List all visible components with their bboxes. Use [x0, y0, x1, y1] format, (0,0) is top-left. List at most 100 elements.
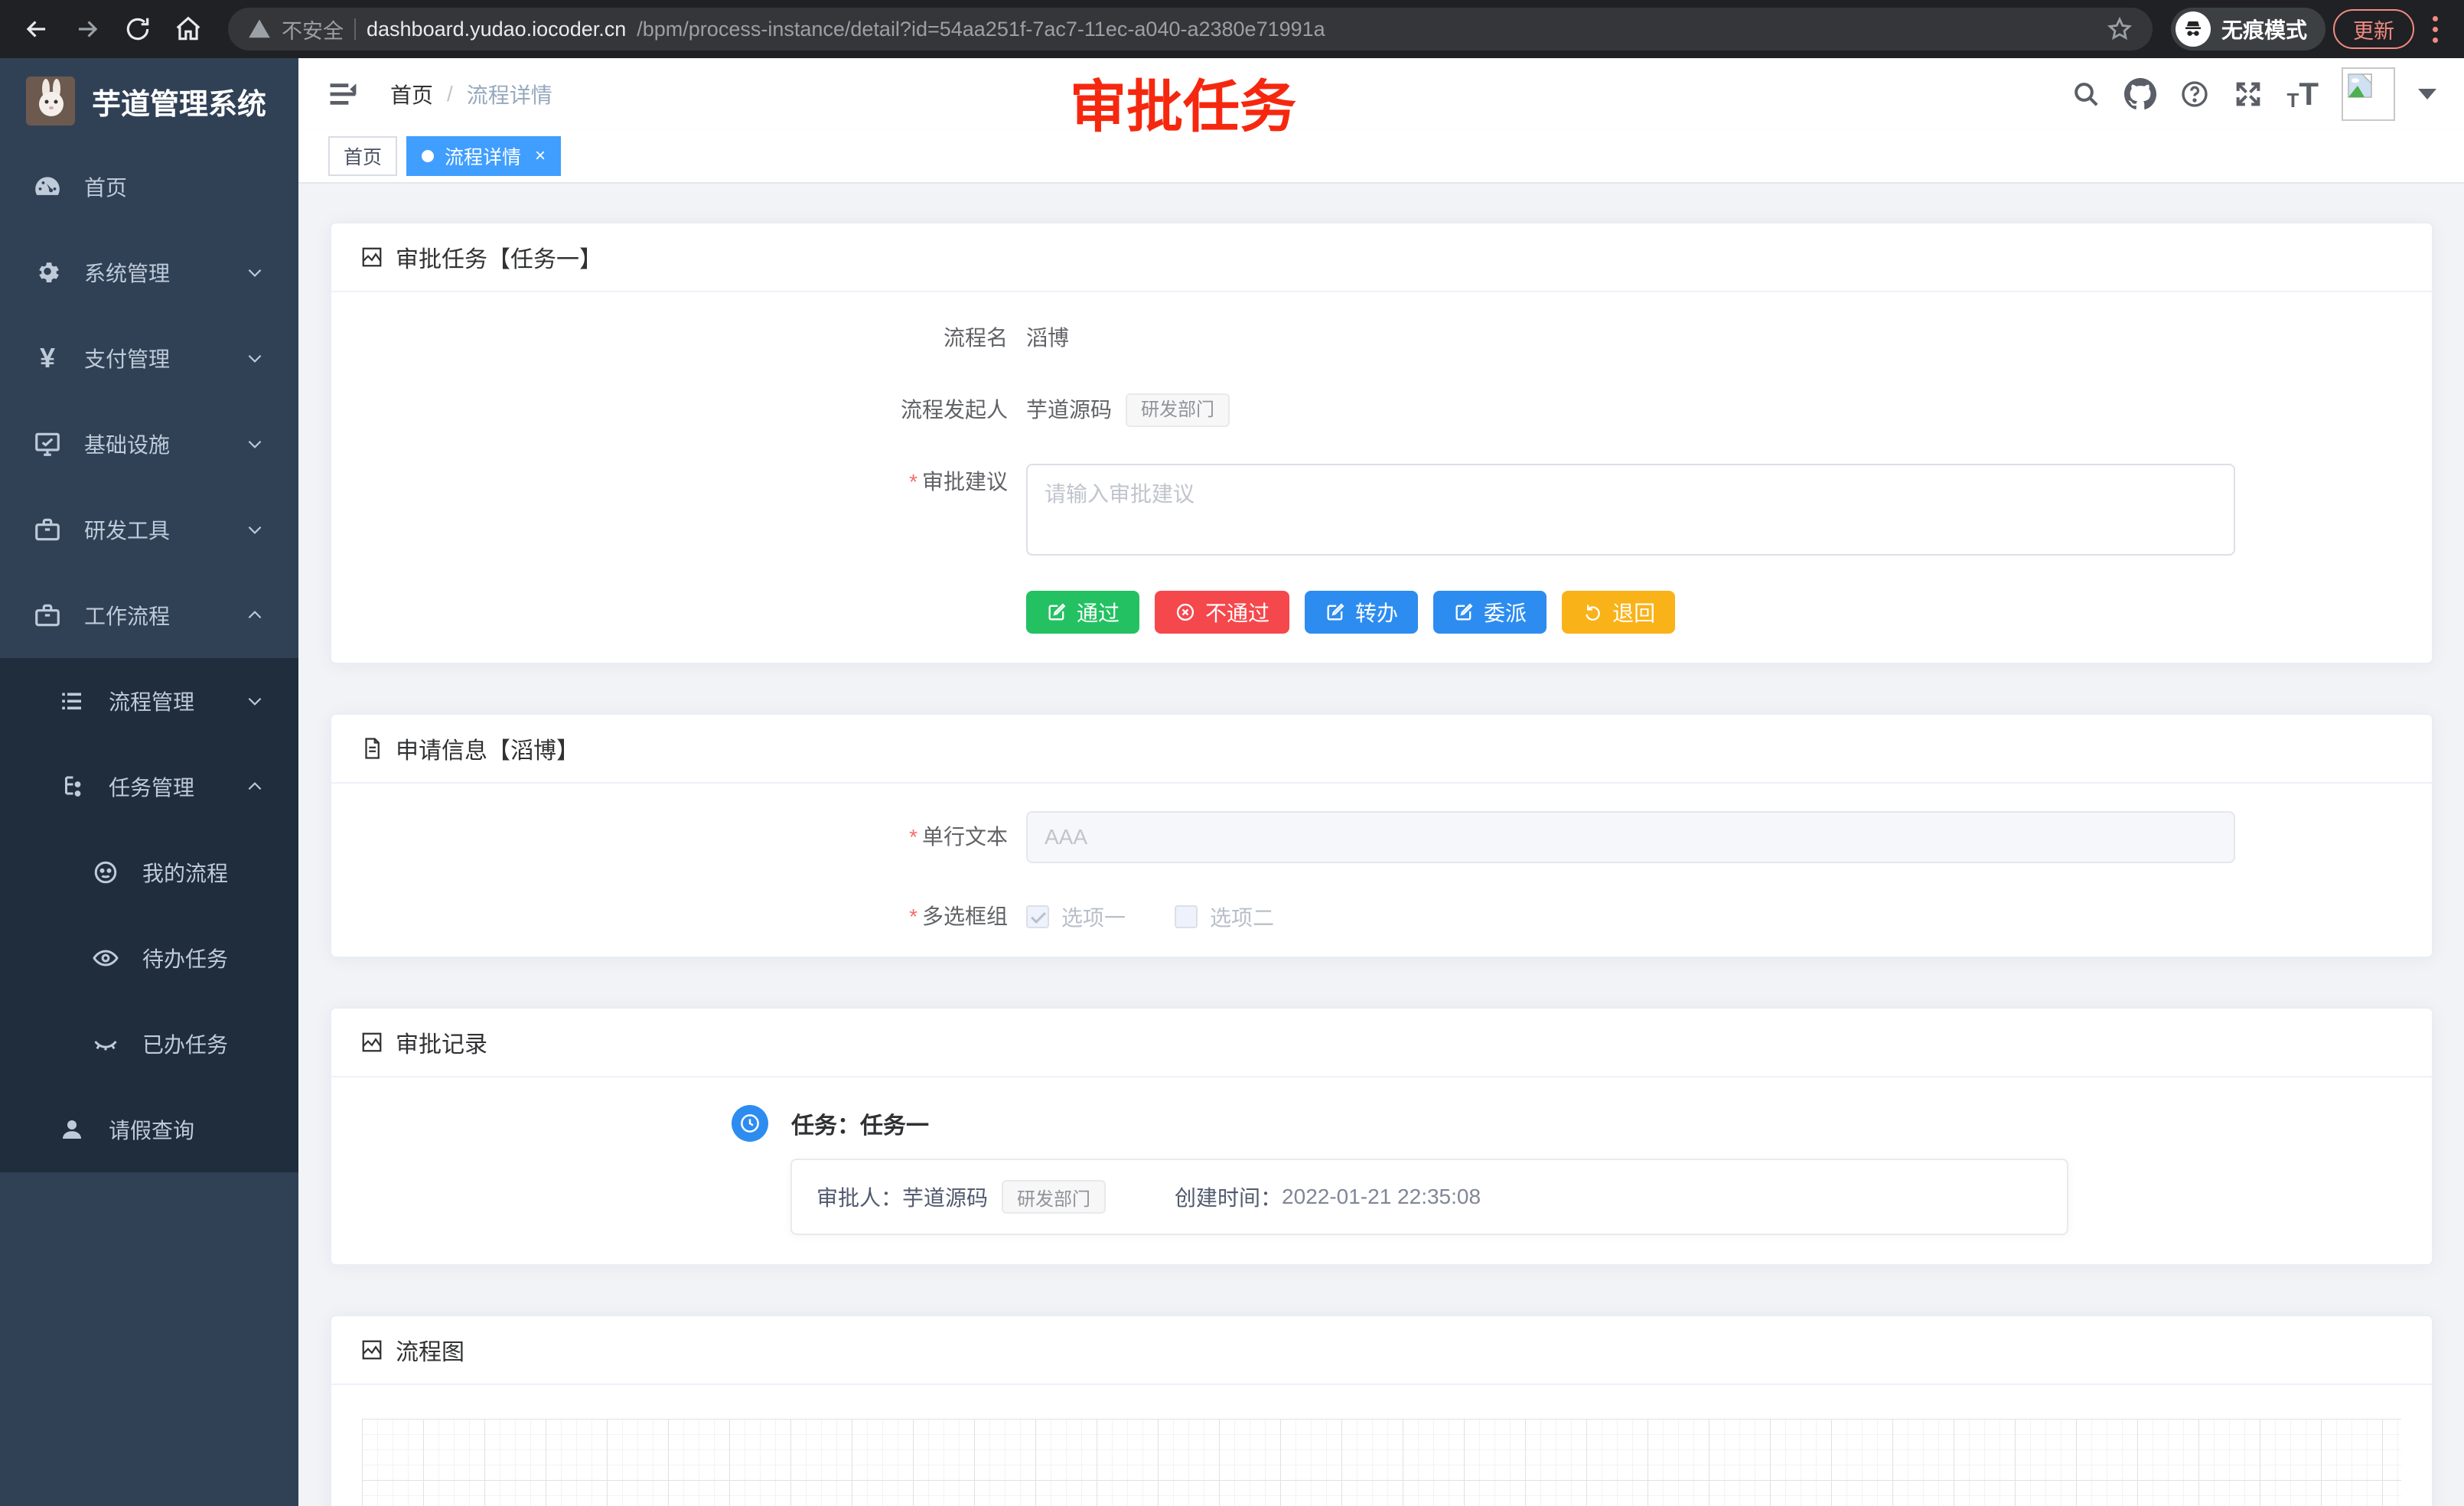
- sidebar-item-label: 请假查询: [109, 1114, 265, 1145]
- created-label: 创建时间：: [1175, 1182, 1282, 1212]
- breadcrumb-home[interactable]: 首页: [390, 79, 433, 109]
- active-tab-dot: [422, 150, 434, 162]
- sidebar-item-my-process[interactable]: 我的流程: [0, 830, 298, 915]
- back-icon[interactable]: [15, 8, 58, 51]
- process-diagram-card: 流程图: [330, 1315, 2433, 1506]
- logo-rabbit-image: [26, 77, 75, 126]
- tab-process-detail[interactable]: 流程详情 ×: [406, 136, 561, 176]
- chevron-up-icon: [245, 777, 265, 797]
- picture-icon: [360, 1338, 383, 1361]
- bpmn-diagram-canvas[interactable]: [362, 1419, 2401, 1506]
- sidebar-item-label: 系统管理: [84, 257, 225, 288]
- document-icon: [360, 737, 383, 760]
- reject-button[interactable]: 不通过: [1155, 591, 1289, 634]
- clock-icon: [732, 1105, 768, 1142]
- sidebar-item-leave-query[interactable]: 请假查询: [0, 1087, 298, 1172]
- sidebar-item-label: 已办任务: [142, 1028, 265, 1059]
- eye-open-icon: [89, 944, 122, 972]
- reload-icon[interactable]: [116, 8, 159, 51]
- sidebar-item-process-management[interactable]: 流程管理: [0, 658, 298, 744]
- sidebar: 芋道管理系统 首页 系统管理 ¥ 支付管理 基础设施 研发工具: [0, 58, 298, 1506]
- card-header: 申请信息【滔博】: [331, 715, 2432, 784]
- search-icon[interactable]: [2071, 79, 2101, 109]
- tab-home[interactable]: 首页: [328, 136, 397, 176]
- chevron-down-icon: [245, 434, 265, 454]
- process-name-label: 流程名: [748, 320, 1008, 357]
- sidebar-item-todo-tasks[interactable]: 待办任务: [0, 915, 298, 1001]
- face-icon: [89, 859, 122, 886]
- help-icon[interactable]: [2179, 79, 2210, 109]
- sidebar-item-home[interactable]: 首页: [0, 144, 298, 230]
- page-content: 审批任务【任务一】 流程名 滔博 流程发起人 芋道源码 研发部门: [298, 184, 2464, 1506]
- gear-icon: [31, 258, 64, 287]
- font-size-icon[interactable]: TT: [2286, 78, 2319, 110]
- picture-icon: [360, 1031, 383, 1054]
- sidebar-item-label: 支付管理: [84, 343, 225, 373]
- collapse-sidebar-icon[interactable]: [326, 77, 360, 111]
- undo-icon: [1582, 601, 1603, 623]
- checkbox-group: 选项一 选项二: [1026, 898, 1323, 935]
- fullscreen-icon[interactable]: [2233, 79, 2264, 109]
- bookmark-star-icon[interactable]: [2107, 16, 2133, 42]
- sidebar-submenu-workflow: 流程管理 任务管理 我的流程 待办任务 已办任务: [0, 658, 298, 1172]
- url-host: dashboard.yudao.iocoder.cn: [367, 18, 626, 41]
- sidebar-item-system[interactable]: 系统管理: [0, 230, 298, 315]
- transfer-button[interactable]: 转办: [1305, 591, 1418, 634]
- single-line-text-input[interactable]: [1026, 811, 2235, 863]
- card-header: 审批任务【任务一】: [331, 223, 2432, 292]
- button-label: 委派: [1484, 597, 1527, 628]
- chevron-down-icon: [245, 520, 265, 539]
- approver-label: 审批人：: [816, 1182, 902, 1212]
- list-icon: [55, 687, 89, 715]
- sidebar-item-label: 我的流程: [142, 857, 265, 888]
- approve-button[interactable]: 通过: [1026, 591, 1139, 634]
- dashboard-icon: [31, 172, 64, 201]
- card-title: 申请信息【滔博】: [396, 732, 579, 765]
- app-logo[interactable]: 芋道管理系统: [0, 58, 298, 144]
- return-button[interactable]: 退回: [1562, 591, 1675, 634]
- task-title: 任务：任务一: [791, 1107, 929, 1140]
- sidebar-item-label: 待办任务: [142, 943, 265, 973]
- delegate-button[interactable]: 委派: [1433, 591, 1547, 634]
- approval-timeline: 任务：任务一 审批人： 芋道源码 研发部门 创建时间： 2022-01-21 2…: [732, 1105, 2401, 1235]
- required-asterisk: *: [909, 470, 917, 494]
- incognito-label: 无痕模式: [2221, 14, 2307, 44]
- sidebar-item-workflow[interactable]: 工作流程: [0, 572, 298, 658]
- yen-icon: ¥: [31, 342, 64, 374]
- home-icon[interactable]: [167, 8, 210, 51]
- edit-icon: [1453, 601, 1475, 623]
- checkbox-label: 选项一: [1061, 901, 1126, 932]
- github-icon[interactable]: [2124, 78, 2156, 110]
- sidebar-item-done-tasks[interactable]: 已办任务: [0, 1001, 298, 1087]
- avatar[interactable]: [2342, 67, 2395, 121]
- sidebar-item-label: 工作流程: [84, 600, 225, 631]
- security-warning-icon: [248, 18, 271, 41]
- advice-textarea[interactable]: [1026, 464, 2235, 556]
- dept-tag: 研发部门: [1126, 393, 1230, 427]
- created-time: 2022-01-21 22:35:08: [1282, 1185, 1481, 1209]
- chevron-down-icon[interactable]: [2418, 89, 2436, 99]
- browser-menu-icon[interactable]: [2422, 16, 2449, 43]
- initiator-label: 流程发起人: [748, 392, 1008, 429]
- address-bar[interactable]: 不安全 dashboard.yudao.iocoder.cn /bpm/proc…: [228, 8, 2153, 51]
- close-tab-icon[interactable]: ×: [535, 147, 546, 165]
- checkbox-option-1[interactable]: 选项一: [1026, 901, 1126, 932]
- approver-name: 芋道源码: [902, 1182, 988, 1212]
- breadcrumb-current: 流程详情: [467, 79, 552, 109]
- sidebar-item-task-management[interactable]: 任务管理: [0, 744, 298, 830]
- sidebar-item-payment[interactable]: ¥ 支付管理: [0, 315, 298, 401]
- chevron-up-icon: [245, 605, 265, 625]
- checkbox-option-2[interactable]: 选项二: [1175, 901, 1274, 932]
- sidebar-item-label: 研发工具: [84, 514, 225, 545]
- eye-closed-icon: [89, 1030, 122, 1058]
- process-name-value: 滔博: [1026, 320, 1069, 357]
- forward-icon[interactable]: [66, 8, 109, 51]
- monitor-icon: [31, 429, 64, 458]
- sidebar-item-devtools[interactable]: 研发工具: [0, 487, 298, 572]
- advice-label: *审批建议: [748, 464, 1008, 500]
- omnibox-divider: [354, 18, 356, 40]
- update-button[interactable]: 更新: [2333, 9, 2414, 49]
- url-path: /bpm/process-instance/detail?id=54aa251f…: [637, 18, 1325, 41]
- tab-label: 流程详情: [445, 142, 521, 170]
- sidebar-item-infrastructure[interactable]: 基础设施: [0, 401, 298, 487]
